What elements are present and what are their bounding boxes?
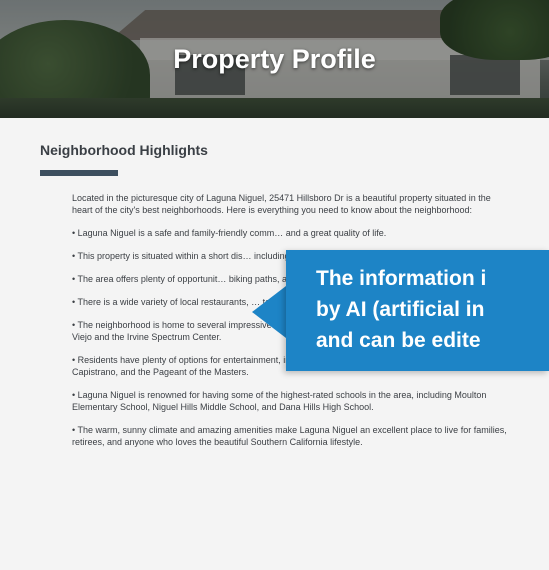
page-title: Property Profile bbox=[173, 44, 376, 74]
intro-paragraph: Located in the picturesque city of Lagun… bbox=[72, 193, 491, 215]
highlight-item: • Laguna Niguel is a safe and family-fri… bbox=[72, 228, 387, 238]
highlight-item: • Laguna Niguel is renowned for having s… bbox=[72, 390, 487, 412]
callout-line: by AI (artificial in bbox=[316, 298, 485, 321]
callout-line: and can be edite bbox=[316, 329, 481, 352]
section-underline bbox=[40, 170, 118, 176]
section-title: Neighborhood Highlights bbox=[40, 142, 208, 158]
highlight-item: • The warm, sunny climate and amazing am… bbox=[72, 425, 507, 447]
callout-pointer bbox=[252, 286, 286, 338]
ai-info-callout-text: The information i by AI (artificial in a… bbox=[316, 263, 549, 356]
callout-line: The information i bbox=[316, 267, 487, 290]
header-banner: Property Profile bbox=[0, 0, 549, 118]
